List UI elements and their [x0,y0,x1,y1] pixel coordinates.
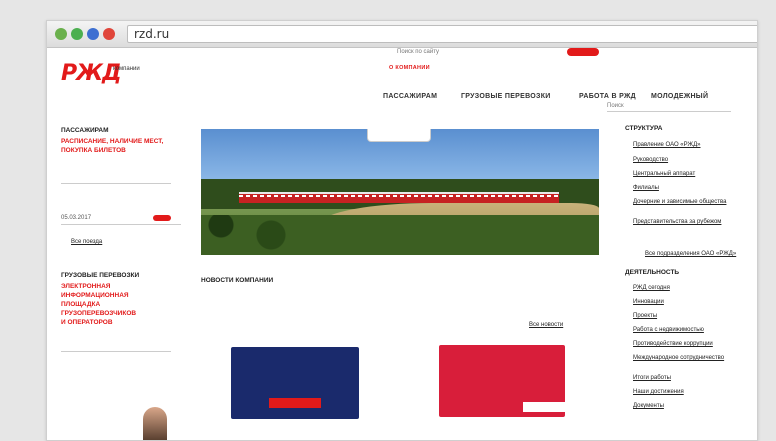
all-subdivisions-link[interactable]: Все подразделения ОАО «РЖД» [645,251,736,257]
avatar[interactable] [143,407,167,440]
search-input[interactable] [607,111,731,112]
structure-link[interactable]: Правление ОАО «РЖД» [633,142,701,148]
calendar-icon[interactable] [153,215,171,221]
rzd-logo[interactable]: РЖД [61,61,122,86]
activity-link[interactable]: Проекты [633,313,657,319]
activity-link[interactable]: Инновации [633,299,664,305]
activity-link[interactable]: Международное сотрудничество [633,355,729,361]
window-dot-icon[interactable] [103,28,115,40]
activity-link[interactable]: Итоги работы [633,375,671,381]
hero-banner[interactable] [201,129,599,255]
activity-link[interactable]: РЖД сегодня [633,285,670,291]
train-image [239,192,559,203]
passengers-heading: ПАССАЖИРАМ [61,127,109,134]
nav-item-career[interactable]: РАБОТА В РЖД [579,93,636,100]
date-field[interactable]: 05.03.2017 [61,215,91,221]
activity-link[interactable]: Наши достижения [633,389,684,395]
structure-link[interactable]: Филиалы [633,185,659,191]
logo-subtitle: компании [113,66,140,72]
search-hint[interactable]: Поиск по сайту [397,49,439,55]
slider-tab[interactable] [367,129,431,142]
window-dot-icon[interactable] [71,28,83,40]
cargo-heading: ГРУЗОВЫЕ ПЕРЕВОЗКИ [61,272,140,279]
promo-button[interactable] [523,402,565,412]
all-news-link[interactable]: Все новости [529,322,563,328]
nav-item-youth[interactable]: МОЛОДЕЖНЫЙ [651,93,708,100]
browser-toolbar: rzd.ru [47,21,757,48]
activity-link[interactable]: Документы [633,403,664,409]
activity-heading: ДЕЯТЕЛЬНОСТЬ [625,269,680,276]
structure-link[interactable]: Дочерние и зависимые общества [633,199,729,205]
news-heading: НОВОСТИ КОМПАНИИ [201,277,274,284]
activity-link[interactable]: Работа с недвижимостью [633,327,704,333]
date-input-line [61,224,181,225]
activity-link[interactable]: Противодействие коррупции [633,341,713,347]
browser-window: rzd.ru РЖД компании Поиск по сайту О КОМ… [46,20,758,441]
nav-active-item[interactable]: О КОМПАНИИ [389,65,430,71]
window-dot-icon[interactable] [87,28,99,40]
cargo-input[interactable] [61,351,171,352]
top-pill[interactable] [567,48,599,56]
promo-button[interactable] [269,398,321,408]
address-bar[interactable]: rzd.ru [127,25,757,43]
cargo-platform-link[interactable]: ЭЛЕКТРОННАЯ ИНФОРМАЦИОННАЯ ПЛОЩАДКА ГРУЗ… [61,282,141,327]
nav-item-cargo[interactable]: ГРУЗОВЫЕ ПЕРЕВОЗКИ [461,93,551,100]
structure-link[interactable]: Руководство [633,157,668,163]
structure-link[interactable]: Центральный аппарат [633,171,695,177]
schedule-link[interactable]: РАСПИСАНИЕ, НАЛИЧИЕ МЕСТ, ПОКУПКА БИЛЕТО… [61,137,181,155]
station-from-input[interactable] [61,183,171,184]
all-trains-link[interactable]: Все поезда [71,239,102,245]
structure-heading: СТРУКТУРА [625,125,663,132]
promo-banner[interactable] [439,345,565,417]
nav-item-passengers[interactable]: ПАССАЖИРАМ [383,93,437,100]
window-dot-icon[interactable] [55,28,67,40]
structure-link[interactable]: Представительства за рубежом [633,219,729,225]
search-label[interactable]: Поиск [607,103,624,109]
promo-banner[interactable] [231,347,359,419]
